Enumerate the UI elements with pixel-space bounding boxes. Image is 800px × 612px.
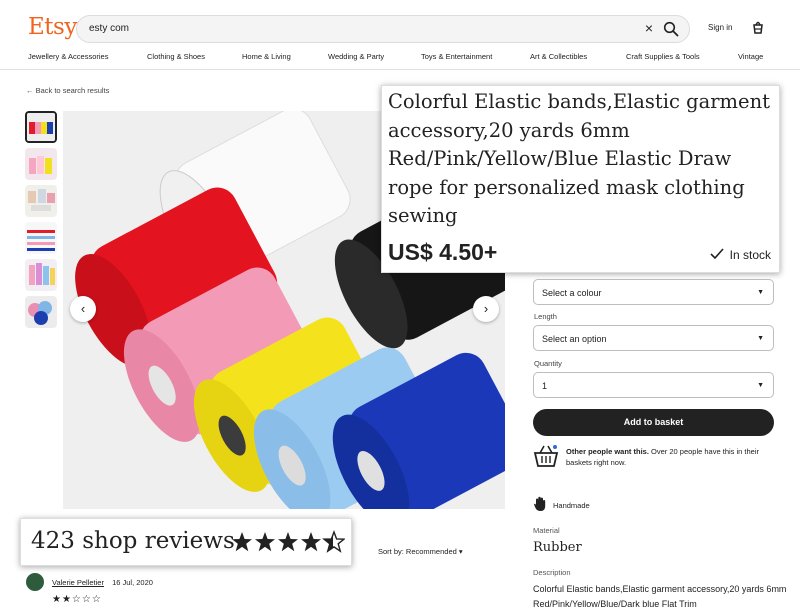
- quantity-label: Quantity: [534, 359, 562, 368]
- star-icon: [232, 532, 252, 552]
- listing-price: US$ 4.50+: [388, 239, 498, 265]
- listing-title-card: Colorful Elastic bands,Elastic garment a…: [381, 85, 780, 273]
- etsy-logo[interactable]: Etsy: [28, 14, 77, 40]
- caret-down-icon: ▾: [456, 547, 463, 556]
- stock-status: In stock: [710, 248, 771, 262]
- back-to-search-link[interactable]: ← Back to search results: [26, 86, 109, 95]
- thumbnail-6[interactable]: [25, 296, 57, 328]
- category-nav: Jewellery & Accessories Clothing & Shoes…: [0, 50, 800, 64]
- avatar[interactable]: [26, 573, 44, 591]
- nav-art[interactable]: Art & Collectibles: [530, 52, 587, 61]
- review-count: 423 shop reviews: [31, 528, 235, 554]
- site-header: Etsy esty com × Sign in Jewellery & Acce…: [0, 0, 800, 70]
- review-stars: ★★☆☆☆: [52, 594, 102, 605]
- search-icon[interactable]: [663, 21, 679, 37]
- length-label: Length: [534, 312, 557, 321]
- clear-search-icon[interactable]: ×: [645, 20, 653, 36]
- chevron-down-icon: ▼: [757, 289, 764, 296]
- nav-clothing[interactable]: Clothing & Shoes: [147, 52, 205, 61]
- thumbnail-1[interactable]: [25, 111, 57, 143]
- thumbnail-5[interactable]: [25, 259, 57, 291]
- material-label: Material: [533, 526, 560, 535]
- nav-home[interactable]: Home & Living: [242, 52, 291, 61]
- chevron-down-icon: ▼: [757, 335, 764, 342]
- review-date: 16 Jul, 2020: [112, 578, 153, 587]
- thumbnail-3[interactable]: [25, 185, 57, 217]
- nav-craft[interactable]: Craft Supplies & Tools: [626, 52, 700, 61]
- chevron-down-icon: ▼: [757, 382, 764, 389]
- listing-title: Colorful Elastic bands,Elastic garment a…: [388, 90, 770, 227]
- thumbnail-strip: [25, 111, 59, 333]
- review-meta: Valerie Pelletier 16 Jul, 2020: [52, 578, 153, 587]
- description-label: Description: [533, 568, 571, 577]
- reviewer-name-link[interactable]: Valerie Pelletier: [52, 578, 104, 587]
- material-value: Rubber: [533, 540, 582, 555]
- search-input[interactable]: esty com: [89, 23, 129, 34]
- quantity-select[interactable]: 1 ▼: [533, 372, 774, 398]
- star-icon: [301, 532, 321, 552]
- length-select[interactable]: Select an option ▼: [533, 325, 774, 351]
- thumbnail-2[interactable]: [25, 148, 57, 180]
- shopping-basket-icon: [533, 445, 559, 467]
- star-outline-icon: [323, 531, 345, 552]
- search-bar[interactable]: esty com ×: [76, 15, 690, 43]
- arrow-left-icon: ←: [26, 86, 36, 95]
- add-to-basket-button[interactable]: Add to basket: [533, 409, 774, 436]
- handmade-label: Handmade: [553, 501, 590, 510]
- hand-icon: [534, 496, 546, 511]
- description-text: Colorful Elastic bands,Elastic garment a…: [533, 584, 787, 609]
- nav-jewellery[interactable]: Jewellery & Accessories: [28, 52, 108, 61]
- check-icon: [710, 248, 724, 259]
- basket-icon[interactable]: [750, 19, 766, 35]
- nav-toys[interactable]: Toys & Entertainment: [421, 52, 492, 61]
- sort-dropdown[interactable]: Sort by: Recommended ▾: [378, 547, 463, 556]
- colour-select[interactable]: Select a colour ▼: [533, 279, 774, 305]
- sign-in-link[interactable]: Sign in: [708, 23, 732, 32]
- thumbnail-4[interactable]: [25, 222, 57, 254]
- rating-stars: [232, 531, 345, 552]
- star-icon: [255, 532, 275, 552]
- nav-vintage[interactable]: Vintage: [738, 52, 763, 61]
- next-image-button[interactable]: ›: [473, 296, 499, 322]
- previous-image-button[interactable]: ‹: [70, 296, 96, 322]
- star-icon: [278, 532, 298, 552]
- demand-notice: Other people want this. Over 20 people h…: [566, 447, 760, 467]
- nav-wedding[interactable]: Wedding & Party: [328, 52, 384, 61]
- shop-reviews-summary: 423 shop reviews: [20, 518, 352, 566]
